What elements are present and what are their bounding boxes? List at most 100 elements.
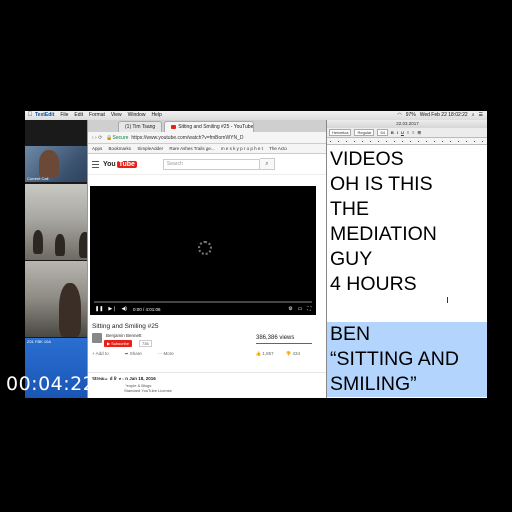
like-button[interactable]: 👍 1,857 [256, 351, 282, 357]
video-meta: People & Blogs Standard YouTube License [124, 383, 172, 393]
youtube-logo[interactable]: You Tube [103, 160, 137, 168]
dislike-button[interactable]: 👎 434 [286, 351, 308, 357]
settings-gear-icon[interactable]: ⚙ [288, 306, 292, 312]
volume-icon[interactable]: ◀) [121, 306, 127, 312]
channel-info: Benjamin Bennett ▶ Subscribe 736 [92, 333, 152, 347]
menu-file[interactable]: File [60, 111, 68, 120]
text-line [327, 297, 487, 322]
participant-figure [55, 234, 65, 256]
menu-help[interactable]: Help [151, 111, 161, 120]
player-right-controls: ⚙ ▭ ⛶ [288, 306, 316, 312]
spotlight-icon[interactable]: ⌕ [472, 111, 475, 120]
share-button[interactable]: ➦ Share [125, 351, 150, 357]
menu-edit[interactable]: Edit [74, 111, 83, 120]
participant-figure [39, 150, 59, 178]
textedit-title: 22.03.2017 [327, 120, 487, 128]
share-label: Share [129, 351, 142, 356]
more-label: More [163, 351, 174, 356]
participant-figure [33, 230, 43, 254]
timecode-overlay: 00:04:22;18 [6, 373, 128, 395]
text-line: GUY [330, 248, 373, 270]
text-line: SMILING” [327, 372, 487, 397]
list-icon[interactable]: ☰ [418, 130, 422, 135]
textedit-window: 22.03.2017 Helvetica Regular 64 B I U ≡ … [326, 120, 487, 398]
text-line: VIDEOS [330, 148, 404, 170]
youtube-favicon-icon [171, 124, 177, 129]
tab-youtube[interactable]: Sitting and Smiling #25 - YouTube [164, 121, 255, 132]
wifi-icon[interactable]: ◠ [397, 111, 401, 120]
video-player[interactable]: ❚❚ ▶❘ ◀) 0:00 / 4:01:06 ⚙ ▭ ⛶ [90, 186, 316, 315]
italic-icon[interactable]: I [397, 130, 398, 135]
menu-window[interactable]: Window [128, 111, 146, 120]
battery-label[interactable]: 97% [406, 111, 416, 120]
font-size-select[interactable]: 64 [377, 129, 388, 136]
ruler[interactable] [327, 138, 487, 145]
secure-label: Secure [112, 134, 129, 141]
logo-tube: Tube [116, 160, 137, 168]
call-label: Current Call [27, 176, 49, 181]
browser-window: (1) Tim Tsang Sitting and Smiling #25 - … [87, 120, 328, 398]
youtube-header: You Tube Search ⌕ [88, 154, 328, 175]
add-to-button[interactable]: + Add to [92, 351, 117, 357]
font-style-select[interactable]: Regular [354, 129, 375, 136]
subscribe-label: Subscribe [111, 341, 129, 346]
fullscreen-icon[interactable]: ⛶ [307, 306, 311, 312]
align-center-icon[interactable]: ≡ [412, 130, 414, 135]
bookmark-apps[interactable]: Apps [92, 146, 102, 151]
menu-bar:  TextEdit File Edit Format View Window … [25, 111, 487, 120]
document-body[interactable]: VIDEOS OH IS THIS THE MEDIATION GUY 4 HOURS B… [327, 147, 487, 397]
text-line: 4 HOURS [330, 273, 417, 295]
text-cursor-icon [447, 297, 450, 303]
menu-format[interactable]: Format [89, 111, 105, 120]
next-icon[interactable]: ▶❘ [108, 306, 116, 312]
loading-spinner-icon [198, 241, 212, 255]
add-to-label: Add to [95, 351, 109, 356]
channel-name[interactable]: Benjamin Bennett [106, 333, 142, 338]
search-icon[interactable]: ⌕ [259, 158, 275, 170]
tab-strip: (1) Tim Tsang Sitting and Smiling #25 - … [88, 120, 328, 132]
theater-mode-icon[interactable]: ▭ [298, 306, 303, 312]
subscribe-button[interactable]: ▶ Subscribe [104, 340, 132, 347]
participant-figure [59, 283, 81, 337]
back-forward-icon[interactable]: ‹ › ⟳ [92, 135, 102, 141]
hamburger-menu-icon[interactable] [92, 160, 99, 168]
notification-center-icon[interactable]: ☰ [479, 111, 483, 120]
address-bar[interactable]: ‹ › ⟳ 🔒 Secure https://www.youtube.com/w… [88, 132, 328, 144]
channel-avatar[interactable] [92, 333, 102, 343]
text-line: THE [330, 198, 369, 220]
bookmark-the-acto[interactable]: The Acto [269, 146, 287, 151]
subscriber-count: 736 [139, 340, 152, 347]
tab-label: (1) Tim Tsang [125, 124, 156, 130]
dislike-count: 434 [292, 351, 300, 356]
bookmark-meskyprophet[interactable]: m e s k y p r o p h e t [221, 146, 263, 151]
text-line: BEN [327, 322, 487, 347]
menu-extras: ◠ 97% Wed Feb 22 18:02:22 ⌕ ☰ [393, 111, 487, 120]
text-line: “SITTING AND [327, 347, 487, 372]
apple-icon[interactable]:  [25, 111, 35, 120]
align-left-icon[interactable]: ≡ [407, 130, 409, 135]
menu-clock[interactable]: Wed Feb 22 18:02:22 [420, 111, 468, 120]
logo-you: You [103, 160, 116, 168]
bold-icon[interactable]: B [391, 130, 394, 135]
text-line: OH IS THIS [330, 173, 433, 195]
format-toolbar: Helvetica Regular 64 B I U ≡ ≡ ☰ [327, 128, 487, 138]
search-input[interactable]: Search [162, 158, 260, 170]
like-ratio-bar [256, 343, 312, 344]
bookmark-simpleadder[interactable]: SimpleAdder [137, 146, 163, 151]
more-button[interactable]: ··· More [158, 351, 182, 357]
tab-facebook[interactable]: (1) Tim Tsang [118, 121, 163, 132]
video-title: Sitting and Smiling #25 [92, 323, 159, 330]
like-count: 1,857 [262, 351, 274, 356]
desktop-screen:  TextEdit File Edit Format View Window … [25, 111, 487, 398]
url-text[interactable]: https://www.youtube.com/watch?v=fmBomWYN… [131, 135, 243, 141]
font-family-select[interactable]: Helvetica [329, 129, 352, 136]
tab-label: Sitting and Smiling #25 - YouTube [178, 124, 254, 130]
bookmark-bookmarks[interactable]: Bookmarks [109, 146, 132, 151]
video-actions: + Add to ➦ Share ··· More 👍 1,857 👎 434 [92, 351, 316, 357]
bookmark-rare-ashes[interactable]: Rare Ashes Trails ge... [169, 146, 214, 151]
underline-icon[interactable]: U [401, 130, 404, 135]
menu-view[interactable]: View [111, 111, 122, 120]
time-display: 0:00 / 4:01:06 [132, 306, 161, 312]
menu-app-name[interactable]: TextEdit [35, 111, 54, 120]
pause-icon[interactable]: ❚❚ [95, 306, 103, 312]
